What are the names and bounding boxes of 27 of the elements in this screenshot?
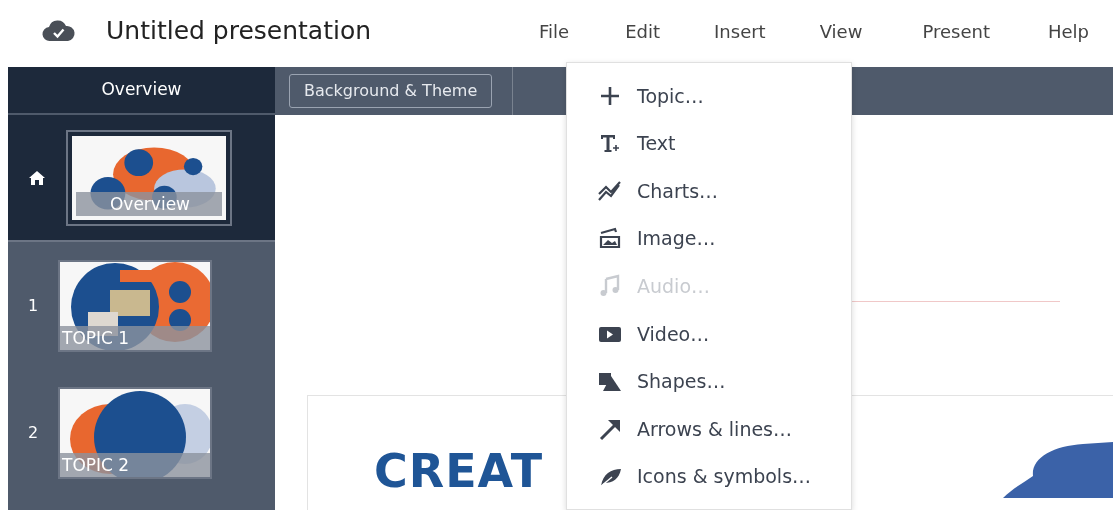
menu-item[interactable]: View bbox=[819, 17, 863, 45]
home-icon bbox=[29, 170, 45, 185]
menu-item[interactable]: Insert bbox=[714, 17, 766, 45]
menu-item[interactable]: Edit bbox=[625, 17, 661, 45]
menu-item[interactable]: File bbox=[539, 17, 570, 45]
thumbnail-caption: TOPIC 2 bbox=[60, 452, 210, 477]
slide-number: 1 bbox=[27, 294, 39, 317]
sidebar-header: Overview bbox=[8, 67, 275, 115]
cloud-icon[interactable] bbox=[42, 19, 76, 43]
thumbnail-caption: Overview bbox=[76, 191, 222, 216]
slide-number: 2 bbox=[27, 421, 39, 444]
menu-item[interactable]: Shapes… bbox=[567, 357, 851, 406]
slide-list-item[interactable]: 1 TOPIC 1 bbox=[8, 242, 275, 369]
menu-item[interactable]: Icons & symbols… bbox=[567, 452, 851, 501]
thumbnail-caption: TOPIC 1 bbox=[60, 325, 210, 350]
slide-list-item[interactable]: 2 TOPIC 2 bbox=[8, 369, 275, 496]
menu-item[interactable]: Charts… bbox=[567, 167, 851, 215]
menu-item[interactable]: Image… bbox=[567, 214, 851, 263]
menu-item[interactable]: Text bbox=[567, 119, 851, 168]
document-title[interactable]: Untitled presentation bbox=[106, 12, 372, 50]
slide-title: CREAT bbox=[374, 446, 543, 497]
menu-item[interactable]: Present bbox=[922, 17, 990, 45]
menu-item[interactable]: Help bbox=[1047, 17, 1089, 45]
background-theme-button[interactable]: Background & Theme bbox=[289, 74, 493, 108]
menu-item[interactable]: Arrows & lines… bbox=[567, 405, 851, 453]
menu-item[interactable]: Video… bbox=[567, 309, 851, 358]
menu-item[interactable]: Topic… bbox=[567, 72, 851, 120]
